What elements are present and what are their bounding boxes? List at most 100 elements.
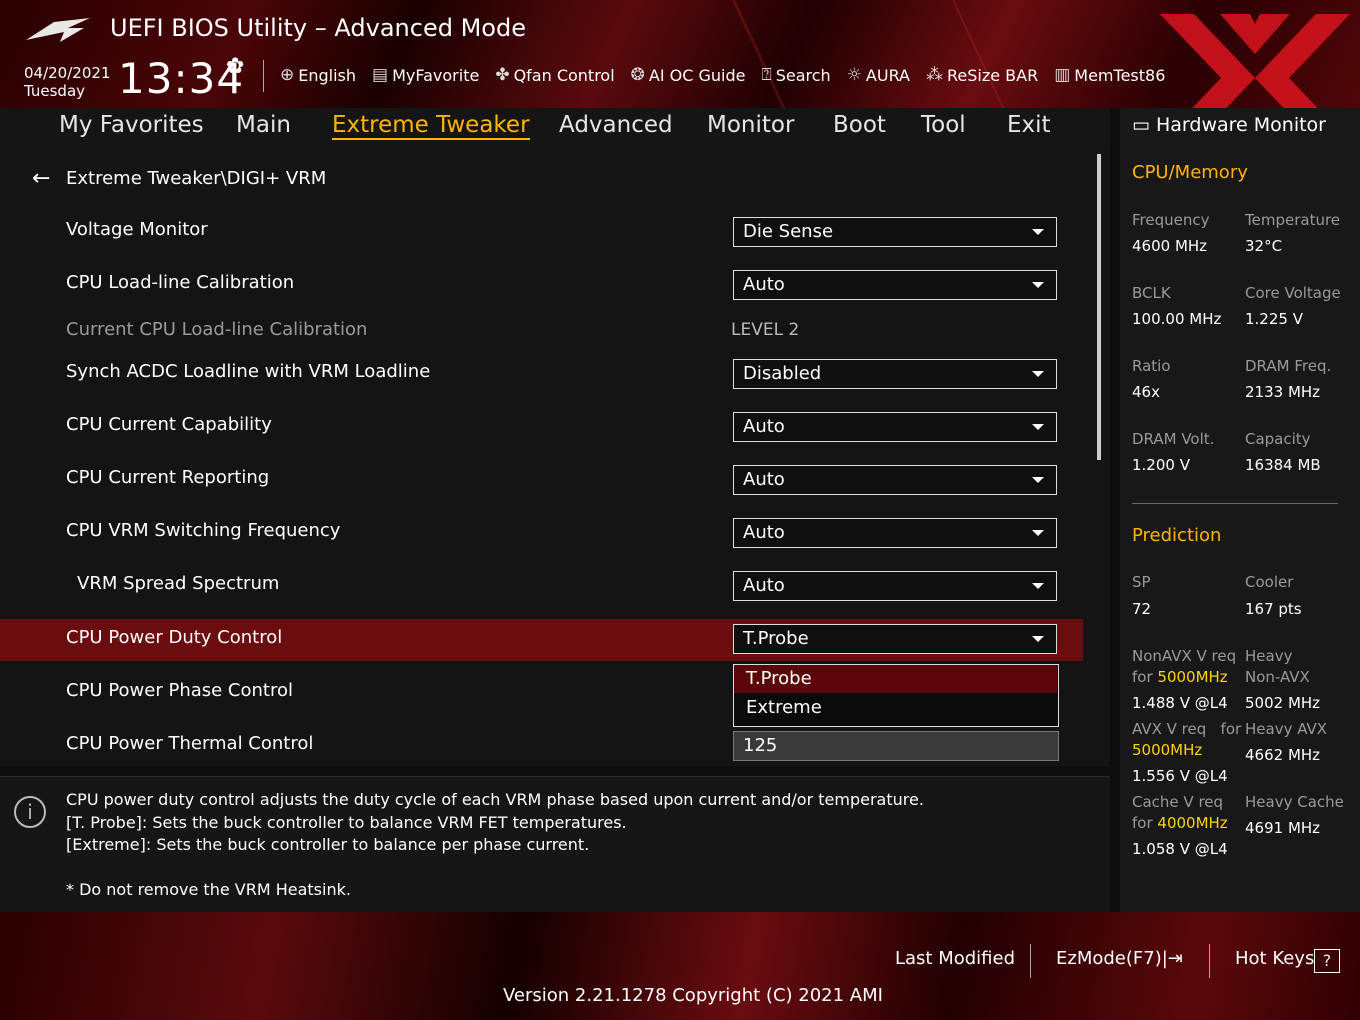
ezmode-label: EzMode(F7)| (1056, 948, 1168, 969)
dropdown-value: Auto (743, 274, 785, 295)
setting-label-vrm-spread-spectrum[interactable]: VRM Spread Spectrum (77, 573, 279, 594)
rog-logo-icon (26, 18, 90, 42)
hw-value: 100.00 MHz (1132, 310, 1222, 328)
hw-label-for: for (1132, 668, 1153, 686)
hw-label: Non-AVX (1245, 668, 1310, 686)
ezmode-button[interactable]: EzMode(F7)|⇥ (1056, 948, 1183, 969)
dropdown-value: T.Probe (743, 628, 809, 649)
hw-label: Ratio (1132, 357, 1171, 375)
hw-value: 72 (1132, 600, 1152, 618)
setting-label-cpu-power-thermal-control[interactable]: CPU Power Thermal Control (66, 733, 313, 754)
tab-exit[interactable]: Exit (1007, 112, 1051, 138)
setting-label-synch-acdc[interactable]: Synch ACDC Loadline with VRM Loadline (66, 361, 430, 382)
ai-oc-icon: ❂ (630, 65, 645, 85)
ai-oc-guide-button[interactable]: ❂ AI OC Guide (631, 62, 746, 88)
back-arrow-icon[interactable]: ← (32, 166, 50, 191)
hw-label: Capacity (1245, 430, 1311, 448)
date-display: 04/20/2021 Tuesday (24, 64, 110, 100)
tab-my-favorites[interactable]: My Favorites (59, 112, 204, 138)
tab-monitor[interactable]: Monitor (707, 112, 794, 138)
voltage-monitor-dropdown[interactable]: Die Sense (733, 217, 1057, 247)
scrollbar[interactable] (1097, 154, 1101, 460)
cpu-current-capability-dropdown[interactable]: Auto (733, 412, 1057, 442)
hw-label: DRAM Freq. (1245, 357, 1332, 375)
info-icon: i (14, 796, 46, 828)
option-extreme[interactable]: Extreme (734, 694, 1057, 722)
cpu-power-thermal-control-input[interactable]: 125 (733, 731, 1059, 761)
resize-bar-button[interactable]: ⁂ ReSize BAR (926, 62, 1038, 88)
setting-label-cpu-current-capability[interactable]: CPU Current Capability (66, 414, 272, 435)
tab-main[interactable]: Main (236, 112, 291, 138)
setting-label-cpu-power-duty-control[interactable]: CPU Power Duty Control (66, 627, 282, 648)
setting-label-cpu-llc[interactable]: CPU Load-line Calibration (66, 272, 294, 293)
hw-label: SP (1132, 573, 1151, 591)
setting-label-current-cpu-llc: Current CPU Load-line Calibration (66, 319, 368, 340)
tab-tool[interactable]: Tool (921, 112, 966, 138)
divider (1132, 503, 1338, 504)
gear-icon[interactable]: ✿ (226, 54, 244, 79)
hw-label-for: for (1220, 720, 1242, 738)
myfavorite-button[interactable]: ▤ MyFavorite (372, 62, 479, 88)
toolbar: ⊕ English ▤ MyFavorite ✤ Qfan Control ❂ AI O… (280, 62, 1181, 88)
hw-value: 167 pts (1245, 600, 1302, 618)
hw-label: Frequency (1132, 211, 1210, 229)
hardware-monitor-title: ▭ Hardware Monitor (1132, 114, 1326, 136)
divider (263, 60, 264, 92)
hw-label: Cache V req (1132, 793, 1224, 811)
hw-freq: 5000MHz (1157, 668, 1228, 686)
toolbar-label: Search (775, 65, 831, 85)
memtest-button[interactable]: ▥ MemTest86 (1054, 62, 1165, 88)
aura-button[interactable]: ☼ AURA (847, 62, 910, 88)
weekday: Tuesday (24, 82, 86, 100)
search-button[interactable]: ⍰ Search (762, 62, 831, 88)
option-tprobe[interactable]: T.Probe (734, 665, 1057, 693)
toolbar-label: ReSize BAR (947, 65, 1039, 85)
duty-control-options-menu: T.Probe Extreme (733, 664, 1059, 727)
hw-label: Cooler (1245, 573, 1294, 591)
aura-icon: ☼ (846, 65, 862, 85)
help-question-icon[interactable]: ? (1314, 949, 1340, 973)
help-text-line: [T. Probe]: Sets the buck controller to … (66, 813, 627, 832)
vrm-spread-spectrum-dropdown[interactable]: Auto (733, 571, 1057, 601)
hw-value: 1.556 V @L4 (1132, 767, 1228, 785)
date: 04/20/2021 (24, 64, 111, 82)
qfan-control-button[interactable]: ✤ Qfan Control (495, 62, 614, 88)
tab-extreme-tweaker[interactable]: Extreme Tweaker (332, 112, 530, 140)
caret-down-icon (1032, 282, 1044, 288)
hw-label: Heavy (1245, 647, 1293, 665)
setting-label-cpu-current-reporting[interactable]: CPU Current Reporting (66, 467, 269, 488)
hw-label: Temperature (1245, 211, 1341, 229)
caret-down-icon (1032, 477, 1044, 483)
hw-freq: 5000MHz (1132, 741, 1203, 759)
cpu-llc-dropdown[interactable]: Auto (733, 270, 1057, 300)
synch-acdc-dropdown[interactable]: Disabled (733, 359, 1057, 389)
divider (1209, 944, 1210, 978)
caret-down-icon (1032, 636, 1044, 642)
search-icon: ⍰ (761, 65, 772, 85)
hw-value: 4662 MHz (1245, 746, 1321, 764)
tab-advanced[interactable]: Advanced (559, 112, 673, 138)
hw-value: 1.058 V @L4 (1132, 840, 1228, 858)
hw-value: 4691 MHz (1245, 819, 1321, 837)
dropdown-value: Auto (743, 416, 785, 437)
hw-label-text: AVX V req (1132, 720, 1207, 738)
toolbar-label: AURA (865, 65, 910, 85)
caret-down-icon (1032, 583, 1044, 589)
monitor-icon: ▭ (1132, 114, 1150, 136)
language-button[interactable]: ⊕ English (280, 62, 356, 88)
setting-label-cpu-power-phase-control[interactable]: CPU Power Phase Control (66, 680, 293, 701)
hw-value: 1.200 V (1132, 456, 1190, 474)
cpu-current-reporting-dropdown[interactable]: Auto (733, 465, 1057, 495)
hw-label-for: for (1132, 814, 1153, 832)
setting-label-vrm-switching-frequency[interactable]: CPU VRM Switching Frequency (66, 520, 340, 541)
prediction-section: Prediction (1132, 525, 1222, 546)
tab-boot[interactable]: Boot (833, 112, 886, 138)
setting-label-voltage-monitor[interactable]: Voltage Monitor (66, 219, 208, 240)
help-text-line: [Extreme]: Sets the buck controller to b… (66, 835, 590, 854)
cpu-power-duty-control-dropdown[interactable]: T.Probe (733, 624, 1057, 654)
vrm-switching-frequency-dropdown[interactable]: Auto (733, 518, 1057, 548)
hot-keys-button[interactable]: Hot Keys (1235, 948, 1314, 969)
dropdown-value: Auto (743, 469, 785, 490)
last-modified-button[interactable]: Last Modified (895, 948, 1015, 969)
toolbar-label: MyFavorite (392, 65, 480, 85)
